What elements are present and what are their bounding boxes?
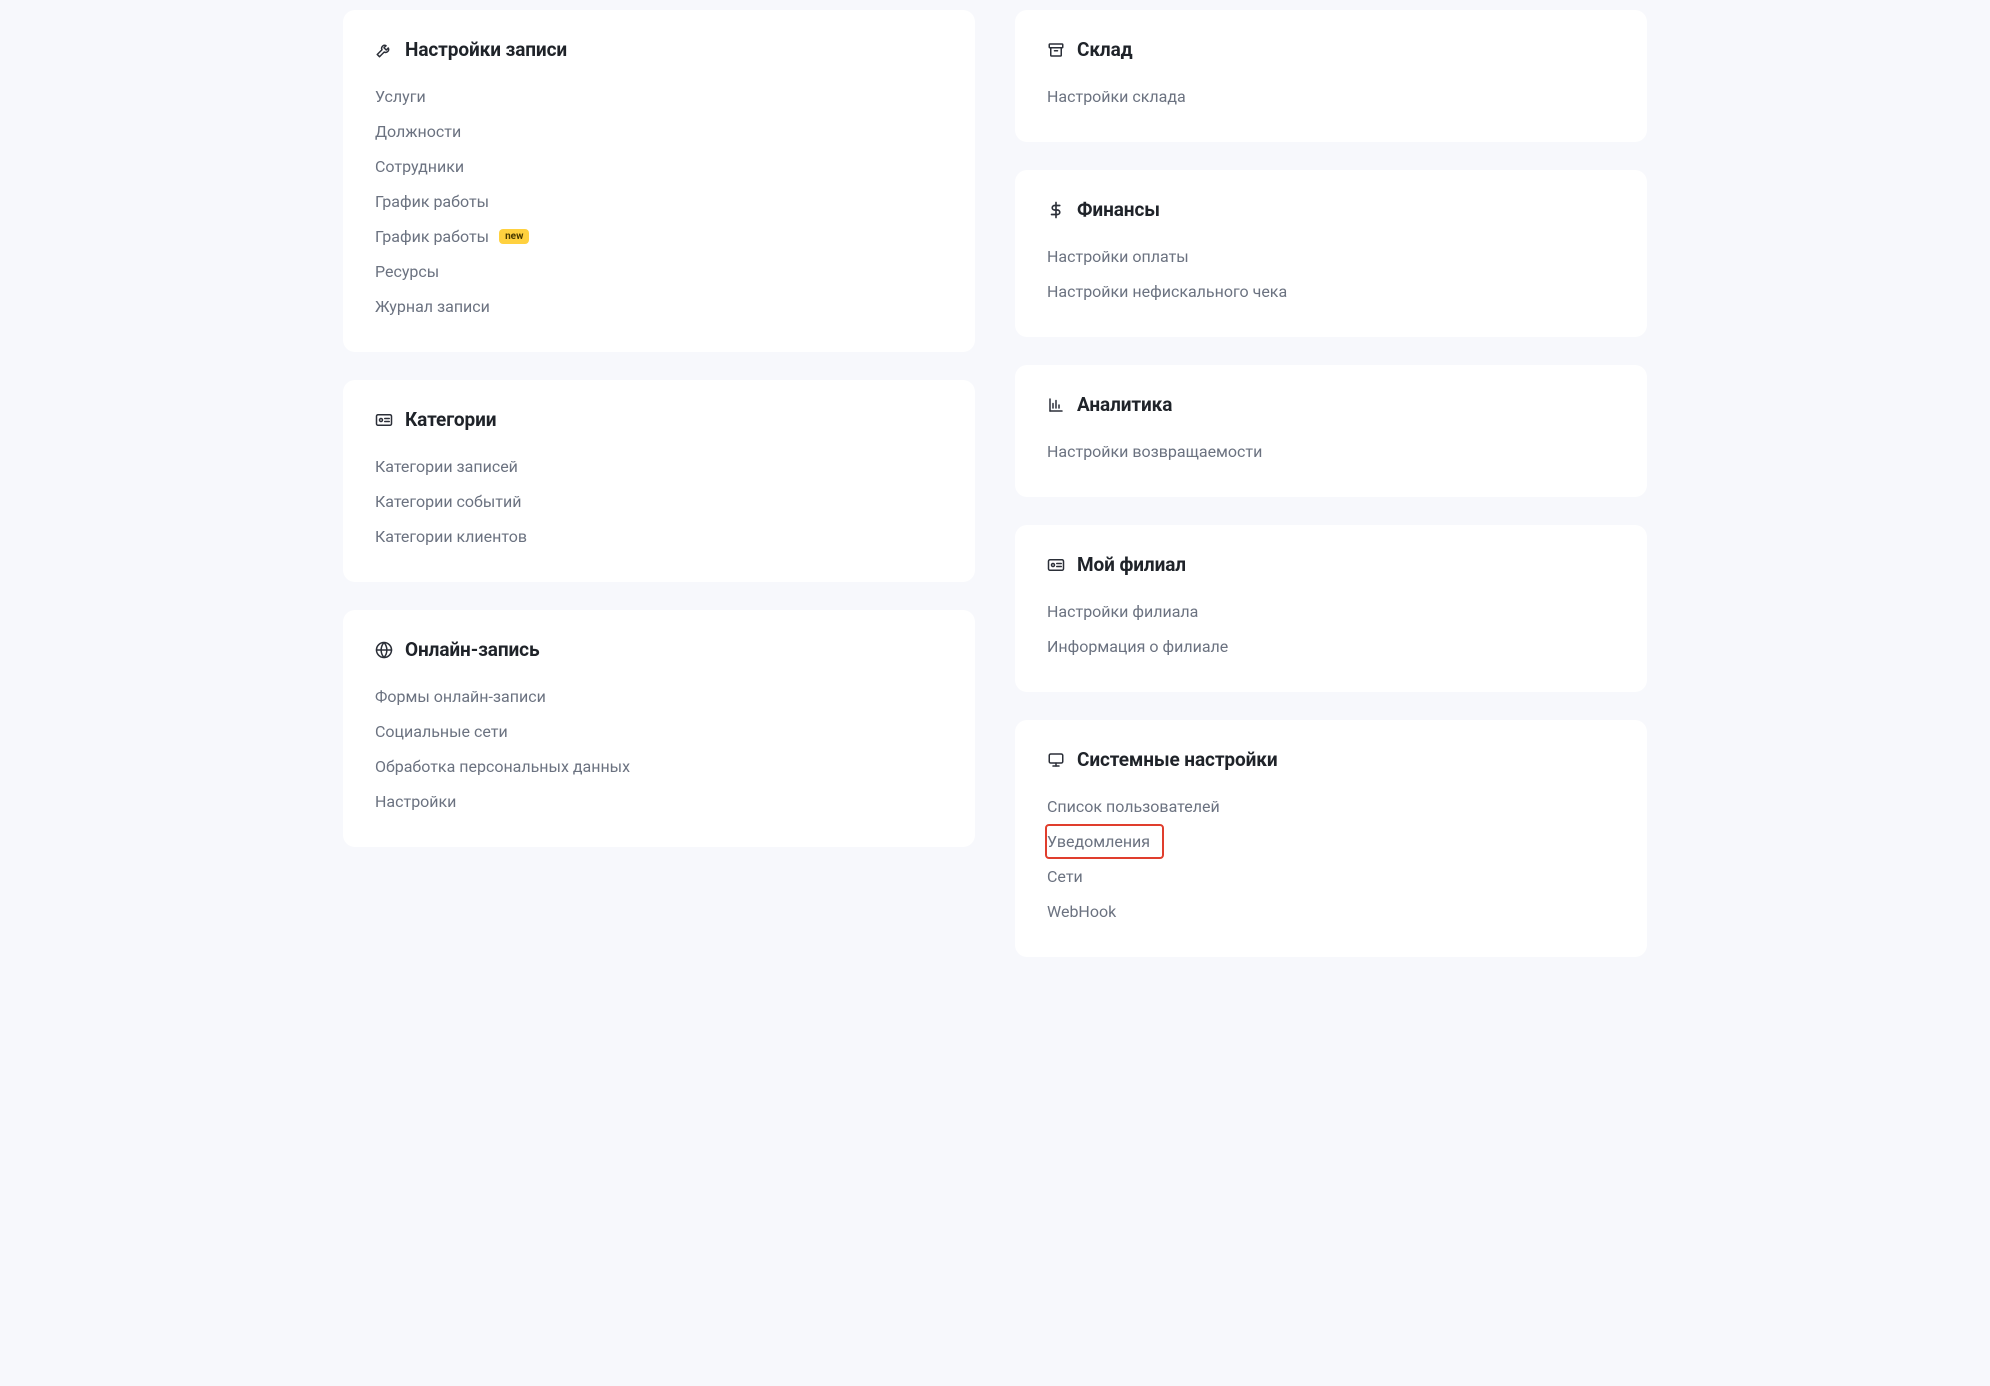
settings-link[interactable]: Формы онлайн-записи	[375, 679, 943, 714]
settings-link[interactable]: Ресурсы	[375, 254, 943, 289]
card-header: Онлайн-запись	[375, 638, 943, 661]
settings-link-label: Список пользователей	[1047, 797, 1220, 816]
settings-link[interactable]: Должности	[375, 114, 943, 149]
card-header: Настройки записи	[375, 38, 943, 61]
settings-link[interactable]: Социальные сети	[375, 714, 943, 749]
card-list: Список пользователей Уведомления Сети WebHo…	[1047, 789, 1615, 929]
settings-link[interactable]: Информация о филиале	[1047, 629, 1615, 664]
settings-link-label: Настройки филиала	[1047, 602, 1198, 621]
settings-link-label: Настройки нефискального чека	[1047, 282, 1287, 301]
settings-card-finance: Финансы Настройки оплаты Настройки нефиска…	[1015, 170, 1647, 337]
settings-card-categories: Категории Категории записей Категории собы…	[343, 380, 975, 582]
settings-link-label: Категории событий	[375, 492, 521, 511]
card-header: Системные настройки	[1047, 748, 1615, 771]
settings-link[interactable]: Обработка персональных данных	[375, 749, 943, 784]
settings-link-label: Настройки возвращаемости	[1047, 442, 1262, 461]
wrench-icon	[375, 41, 393, 59]
settings-link-label: Настройки	[375, 792, 456, 811]
settings-link-label: Категории записей	[375, 457, 518, 476]
settings-layout: Настройки записи Услуги Должности Сотрудник…	[335, 10, 1655, 957]
settings-link-label: Информация о филиале	[1047, 637, 1228, 656]
card-title: Настройки записи	[405, 38, 567, 61]
settings-link[interactable]: Сети	[1047, 859, 1615, 894]
new-badge: new	[499, 229, 529, 244]
settings-link-label: Сети	[1047, 867, 1083, 886]
card-list: Настройки возвращаемости	[1047, 434, 1615, 469]
settings-link-label: График работы	[375, 227, 489, 246]
settings-link[interactable]: Настройки	[375, 784, 943, 819]
monitor-icon	[1047, 751, 1065, 769]
settings-link[interactable]: Настройки возвращаемости	[1047, 434, 1615, 469]
settings-card-online-booking: Онлайн-запись Формы онлайн-записи Социальн…	[343, 610, 975, 847]
card-title: Системные настройки	[1077, 748, 1278, 771]
settings-link[interactable]: Настройки склада	[1047, 79, 1615, 114]
card-list: Категории записей Категории событий Катего…	[375, 449, 943, 554]
card-title: Финансы	[1077, 198, 1160, 221]
settings-link[interactable]: Категории клиентов	[375, 519, 943, 554]
settings-card-my-branch: Мой филиал Настройки филиала Информация о …	[1015, 525, 1647, 692]
right-column: Склад Настройки склада Финансы Настройки оп…	[1015, 10, 1647, 957]
settings-link-label: Формы онлайн-записи	[375, 687, 546, 706]
settings-link[interactable]: Категории событий	[375, 484, 943, 519]
settings-link[interactable]: Сотрудники	[375, 149, 943, 184]
settings-link-label: Ресурсы	[375, 262, 439, 281]
settings-link[interactable]: График работы new	[375, 219, 943, 254]
settings-card-analytics: Аналитика Настройки возвращаемости	[1015, 365, 1647, 497]
card-icon	[375, 411, 393, 429]
card-title: Склад	[1077, 38, 1133, 61]
card-list: УслугиДолжностиСотрудникиГрафик работыГр…	[375, 79, 943, 324]
settings-link-label: Настройки оплаты	[1047, 247, 1189, 266]
dollar-icon	[1047, 201, 1065, 219]
settings-card-booking-settings: Настройки записи Услуги Должности Сотрудник…	[343, 10, 975, 352]
settings-link-label: WebHook	[1047, 902, 1116, 921]
card-title: Мой филиал	[1077, 553, 1186, 576]
settings-link-label: Услуги	[375, 87, 426, 106]
settings-link-label: Категории клиентов	[375, 527, 527, 546]
settings-link-label: Социальные сети	[375, 722, 508, 741]
left-column: Настройки записи Услуги Должности Сотрудник…	[343, 10, 975, 957]
settings-link[interactable]: Уведомления	[1045, 824, 1164, 859]
settings-link-label: Журнал записи	[375, 297, 490, 316]
card-title: Категории	[405, 408, 496, 431]
card-list: Формы онлайн-записи Социальные сети Обрабо…	[375, 679, 943, 819]
settings-link[interactable]: Настройки нефискального чека	[1047, 274, 1615, 309]
settings-link[interactable]: Категории записей	[375, 449, 943, 484]
settings-link[interactable]: Настройки оплаты	[1047, 239, 1615, 274]
card-list: Настройки склада	[1047, 79, 1615, 114]
settings-link-label: График работы	[375, 192, 489, 211]
card-header: Финансы	[1047, 198, 1615, 221]
settings-link[interactable]: Список пользователей	[1047, 789, 1615, 824]
settings-link-label: Обработка персональных данных	[375, 757, 630, 776]
card-header: Мой филиал	[1047, 553, 1615, 576]
settings-link[interactable]: Журнал записи	[375, 289, 943, 324]
card-title: Онлайн-запись	[405, 638, 539, 661]
card-header: Аналитика	[1047, 393, 1615, 416]
card-header: Категории	[375, 408, 943, 431]
settings-link-label: Настройки склада	[1047, 87, 1186, 106]
settings-link[interactable]: График работы	[375, 184, 943, 219]
settings-card-system-settings: Системные настройки Список пользователей У…	[1015, 720, 1647, 957]
card-list: Настройки филиала Информация о филиале	[1047, 594, 1615, 664]
globe-icon	[375, 641, 393, 659]
settings-link[interactable]: WebHook	[1047, 894, 1615, 929]
settings-link[interactable]: Настройки филиала	[1047, 594, 1615, 629]
card-title: Аналитика	[1077, 393, 1172, 416]
card-list: Настройки оплаты Настройки нефискального …	[1047, 239, 1615, 309]
settings-card-warehouse: Склад Настройки склада	[1015, 10, 1647, 142]
settings-link-label: Уведомления	[1047, 832, 1150, 851]
card-icon	[1047, 556, 1065, 574]
archive-icon	[1047, 41, 1065, 59]
chart-icon	[1047, 396, 1065, 414]
settings-link-label: Должности	[375, 122, 461, 141]
settings-link-label: Сотрудники	[375, 157, 464, 176]
settings-link[interactable]: Услуги	[375, 79, 943, 114]
card-header: Склад	[1047, 38, 1615, 61]
